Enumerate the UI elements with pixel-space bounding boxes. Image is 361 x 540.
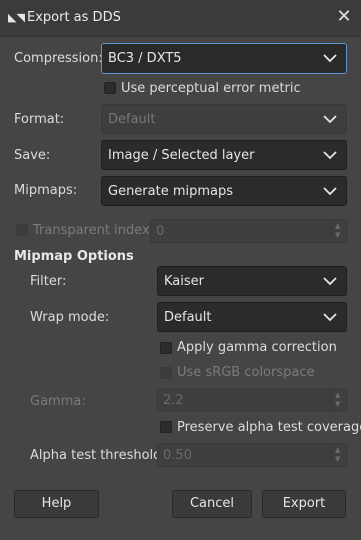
window-title: Export as DDS [27, 10, 121, 25]
format-value: Default [108, 112, 156, 127]
chevron-down-icon [323, 313, 337, 322]
mipmaps-label: Mipmaps: [14, 183, 78, 198]
spinner-arrows[interactable]: ▲ ▼ [331, 389, 346, 411]
format-label: Format: [14, 112, 65, 127]
transparent-index-label: Transparent index: [33, 223, 155, 238]
chevron-down-icon [323, 54, 337, 63]
spin-up-icon[interactable]: ▲ [335, 392, 340, 399]
perceptual-label: Use perceptual error metric [121, 81, 301, 96]
save-dropdown[interactable]: Image / Selected layer [101, 140, 347, 170]
export-button[interactable]: Export [262, 490, 346, 518]
spin-up-icon[interactable]: ▲ [335, 223, 340, 230]
title-bar: ◣◥ Export as DDS ✕ [0, 0, 361, 37]
spinner-arrows[interactable]: ▲ ▼ [331, 220, 346, 242]
save-value: Image / Selected layer [108, 148, 255, 163]
gimp-icon: ◣◥ [8, 11, 25, 24]
chevron-down-icon [323, 187, 337, 196]
preserve-alpha-label: Preserve alpha test coverage [177, 420, 361, 435]
apply-gamma-checkbox[interactable] [160, 342, 172, 354]
gamma-value: 2.2 [163, 393, 184, 408]
wrap-mode-label: Wrap mode: [30, 310, 110, 325]
chevron-down-icon [323, 115, 337, 124]
spin-down-icon[interactable]: ▼ [335, 232, 340, 239]
mipmaps-value: Generate mipmaps [108, 184, 234, 199]
spinner-arrows[interactable]: ▲ ▼ [331, 444, 346, 466]
alpha-threshold-value: 0.50 [163, 448, 192, 463]
help-button[interactable]: Help [14, 490, 99, 518]
compression-value: BC3 / DXT5 [108, 51, 182, 66]
close-icon[interactable]: ✕ [333, 6, 355, 28]
filter-label: Filter: [30, 274, 67, 289]
cancel-button[interactable]: Cancel [172, 490, 252, 518]
alpha-threshold-label: Alpha test threshold: [30, 448, 166, 463]
mipmaps-dropdown[interactable]: Generate mipmaps [101, 176, 347, 206]
apply-gamma-label: Apply gamma correction [177, 340, 337, 355]
compression-label: Compression: [14, 51, 103, 66]
use-srgb-checkbox[interactable] [160, 367, 172, 379]
format-dropdown[interactable]: Default [101, 104, 347, 134]
chevron-down-icon [323, 277, 337, 286]
transparent-index-value: 0 [156, 224, 165, 239]
transparent-index-spinner[interactable]: 0 ▲ ▼ [150, 219, 347, 243]
wrap-mode-value: Default [164, 310, 212, 325]
spin-down-icon[interactable]: ▼ [335, 456, 340, 463]
preserve-alpha-checkbox[interactable] [160, 421, 172, 433]
spin-down-icon[interactable]: ▼ [335, 401, 340, 408]
mipmap-options-heading: Mipmap Options [14, 249, 134, 264]
gamma-label: Gamma: [30, 394, 86, 409]
perceptual-checkbox[interactable] [104, 82, 116, 94]
transparent-index-checkbox[interactable] [16, 224, 28, 236]
use-srgb-label: Use sRGB colorspace [177, 365, 315, 380]
filter-value: Kaiser [164, 274, 204, 289]
wrap-mode-dropdown[interactable]: Default [157, 302, 347, 332]
save-label: Save: [14, 148, 51, 163]
chevron-down-icon [323, 151, 337, 160]
spin-up-icon[interactable]: ▲ [335, 447, 340, 454]
compression-dropdown[interactable]: BC3 / DXT5 [101, 43, 347, 74]
alpha-threshold-spinner[interactable]: 0.50 ▲ ▼ [157, 443, 347, 467]
filter-dropdown[interactable]: Kaiser [157, 266, 347, 296]
gamma-spinner[interactable]: 2.2 ▲ ▼ [157, 388, 347, 412]
